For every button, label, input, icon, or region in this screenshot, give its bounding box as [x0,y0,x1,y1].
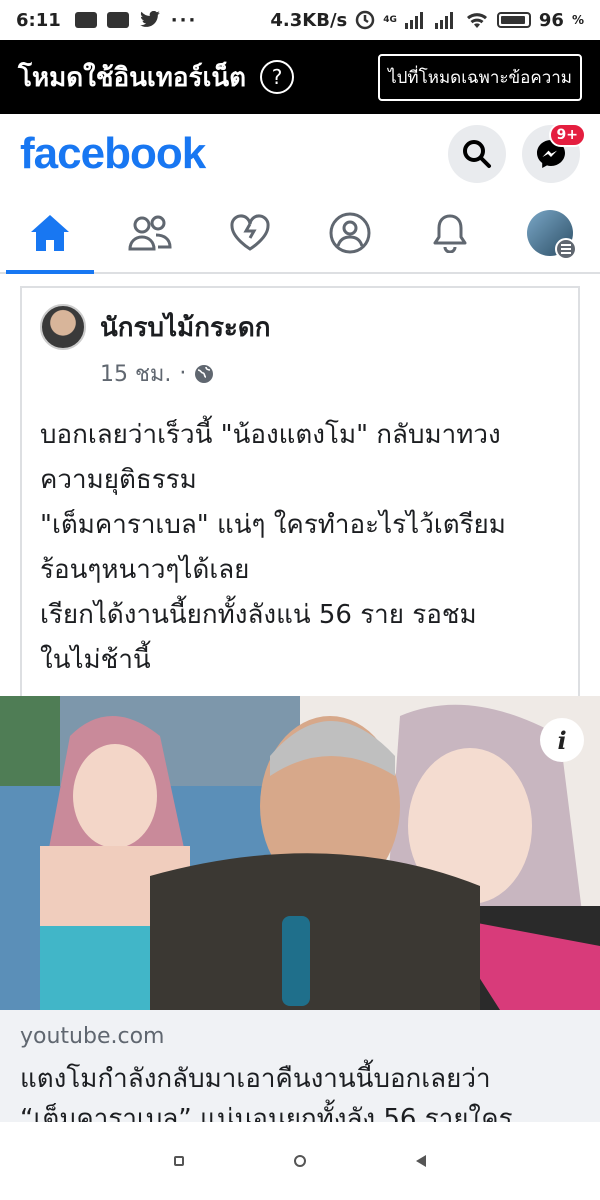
status-bar: 6:11 ··· 4.3KB/s 4G 96% [0,0,600,40]
text-only-mode-button[interactable]: ไปที่โหมดเฉพาะข้อความ [378,53,582,101]
tab-notifications[interactable] [400,194,500,272]
bell-icon [433,214,467,253]
tab-profile[interactable] [300,194,400,272]
post-line: เรียกได้งานนี้ยกทั้งลังแน่ 56 ราย รอชม [40,600,477,630]
post-line: บอกเลยว่าเร็วนี้ "น้องแตงโม" กลับมาทวง [40,420,501,450]
dating-heart-icon [230,214,270,251]
link-preview[interactable]: youtube.com แตงโมกำลังกลับมาเอาคืนงานนี้… [0,1010,600,1126]
link-title-line: แตงโมกำลังกลับมาเอาคืนงานนี้บอกเลยว่า [20,1064,491,1094]
battery-icon [496,12,531,28]
post-header: นักรบไม้กระดก [40,304,562,350]
menu-icon [555,238,577,260]
home-button[interactable] [294,1155,306,1167]
post-line: ในไม่ช้านี้ [40,645,151,675]
profile-icon [329,212,371,254]
meta-separator: · [179,361,187,386]
facebook-logo[interactable]: facebook [20,129,206,179]
notification-icons: ··· [74,9,198,31]
status-time: 6:11 [16,9,61,31]
net-speed: 4.3KB/s [270,9,348,31]
info-icon[interactable]: i [540,718,584,762]
post-image[interactable]: i [0,696,600,1010]
wifi-icon [466,13,487,28]
messenger-badge: 9+ [548,123,586,147]
mode-title: โหมดใช้อินเทอร์เน็ต [18,62,247,93]
signal-icon [434,12,453,29]
network-type: 4G [383,14,397,25]
link-domain: youtube.com [20,1024,165,1049]
post-time[interactable]: 15 ชม. [100,356,171,391]
messenger-button[interactable]: 9+ [522,123,586,183]
back-button[interactable] [416,1155,426,1167]
tab-friends[interactable] [100,194,200,272]
image-illustration [0,696,600,1010]
search-icon [463,140,491,168]
facebook-header: facebook 9+ [0,114,600,194]
data-mode-bar: โหมดใช้อินเทอร์เน็ต ? ไปที่โหมดเฉพาะข้อค… [0,40,600,114]
nav-tabs [0,194,600,274]
message-icon [106,12,129,28]
message-icon [74,12,97,28]
twitter-icon [139,11,160,27]
help-icon[interactable]: ? [260,60,295,94]
post-line: ความยุติธรรม [40,465,197,495]
more-notifications-icon: ··· [170,9,198,31]
signal-icon [404,12,423,29]
post-author[interactable]: นักรบไม้กระดก [100,307,271,348]
author-avatar[interactable] [40,304,86,350]
alarm-icon [356,10,375,30]
recents-button[interactable] [174,1156,184,1166]
post-meta: 15 ชม. · [100,356,562,391]
android-nav-bar [0,1122,600,1200]
post-line: ร้อนๆหนาวๆได้เลย [40,555,250,585]
tab-menu[interactable] [500,194,600,272]
search-button[interactable] [448,125,506,183]
tab-dating[interactable] [200,194,300,272]
post-line: "เต็มคาราเบล" แน่ๆ ใครทำอะไรไว้เตรียม [40,510,506,540]
friends-icon [128,215,172,251]
globe-icon [195,364,214,383]
battery-level: 96 [538,9,564,31]
post-text: บอกเลยว่าเร็วนี้ "น้องแตงโม" กลับมาทวง ค… [40,413,562,683]
menu-avatar-icon [527,210,577,260]
status-right: 4.3KB/s 4G 96% [270,9,584,31]
link-title: แตงโมกำลังกลับมาเอาคืนงานนี้บอกเลยว่า “เ… [20,1059,580,1126]
home-icon [31,215,69,251]
post-card: นักรบไม้กระดก 15 ชม. · บอกเลยว่าเร็วนี้ … [20,286,580,696]
tab-home[interactable] [0,194,100,274]
